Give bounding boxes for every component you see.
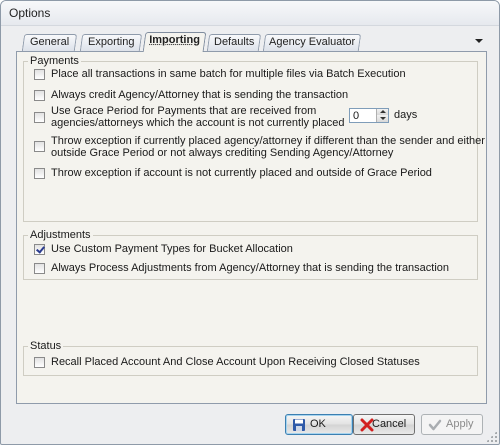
always-process-adjustments-checkbox[interactable] bbox=[34, 263, 45, 274]
status-legend: Status bbox=[28, 340, 64, 352]
tab-agency-evaluator[interactable]: Agency Evaluator bbox=[262, 34, 362, 51]
recall-placed-account-checkbox[interactable] bbox=[34, 357, 45, 368]
chevron-down-icon[interactable] bbox=[474, 36, 484, 46]
throw-exception-grace-checkbox[interactable] bbox=[34, 168, 45, 179]
throw-exception-sender-label-line2: outside Grace Period or not always credi… bbox=[51, 147, 394, 159]
apply-button[interactable]: Apply bbox=[421, 414, 483, 435]
adjustments-legend: Adjustments bbox=[28, 229, 93, 241]
always-credit-label: Always credit Agency/Attorney that is se… bbox=[51, 89, 349, 101]
grace-days-value[interactable]: 0 bbox=[353, 110, 359, 122]
status-group: Status Recall Placed Account And Close A… bbox=[23, 340, 478, 376]
recall-placed-account-label: Recall Placed Account And Close Account … bbox=[51, 356, 420, 368]
batch-execution-checkbox[interactable] bbox=[34, 69, 45, 80]
always-credit-checkbox[interactable] bbox=[34, 90, 45, 101]
throw-exception-sender-checkbox[interactable] bbox=[34, 141, 45, 152]
always-process-adjustments-label: Always Process Adjustments from Agency/A… bbox=[51, 262, 450, 274]
payments-legend: Payments bbox=[28, 55, 81, 67]
ok-button[interactable]: OK bbox=[285, 414, 353, 435]
tab-defaults[interactable]: Defaults bbox=[206, 34, 262, 51]
save-icon bbox=[293, 419, 305, 431]
window-title: Options bbox=[9, 6, 51, 20]
ok-label: OK bbox=[310, 418, 326, 430]
grace-days-spinner[interactable]: 0 bbox=[349, 108, 389, 123]
check-icon bbox=[428, 419, 442, 431]
grace-days-unit: days bbox=[394, 109, 418, 121]
options-dialog: Options General Exporting Importing Defa… bbox=[0, 0, 500, 445]
tab-general[interactable]: General bbox=[21, 34, 78, 51]
cancel-button[interactable]: Cancel bbox=[353, 414, 415, 435]
adjustments-group: Adjustments Use Custom Payment Types for… bbox=[23, 229, 478, 280]
grace-period-checkbox[interactable] bbox=[34, 112, 45, 123]
batch-execution-label: Place all transactions in same batch for… bbox=[51, 68, 406, 80]
spin-down-icon[interactable] bbox=[376, 115, 388, 122]
payments-group: Payments Place all transactions in same … bbox=[23, 55, 485, 222]
grace-period-label-line2: agencies/attorneys which the account is … bbox=[51, 117, 345, 129]
importing-panel: Payments Place all transactions in same … bbox=[16, 51, 487, 404]
tab-importing[interactable]: Importing bbox=[142, 32, 207, 52]
title-bar: Options bbox=[1, 1, 499, 26]
cancel-label: Cancel bbox=[372, 418, 407, 430]
throw-exception-grace-label: Throw exception if account is not curren… bbox=[51, 167, 432, 179]
custom-payment-types-label: Use Custom Payment Types for Bucket Allo… bbox=[51, 243, 293, 255]
custom-payment-types-checkbox[interactable] bbox=[34, 244, 45, 255]
tab-exporting[interactable]: Exporting bbox=[79, 34, 143, 51]
resize-grip-icon[interactable] bbox=[486, 431, 497, 442]
apply-label: Apply bbox=[446, 418, 474, 430]
